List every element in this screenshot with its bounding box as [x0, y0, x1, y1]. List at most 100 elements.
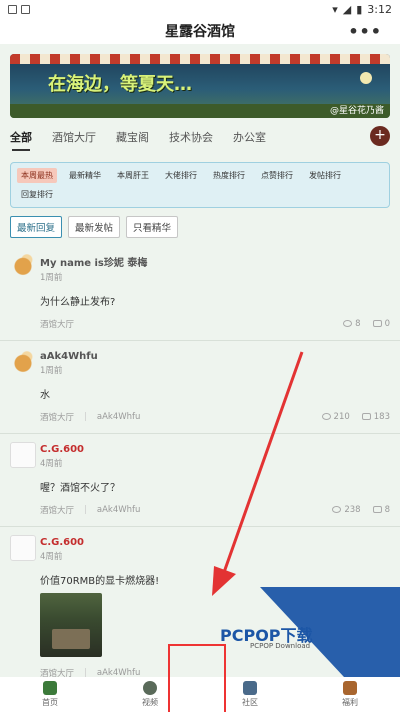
- post-author[interactable]: My name is珍妮 泰梅: [40, 250, 390, 269]
- post-meta: 酒馆大厅 | aAk4Whfu 238 8: [40, 494, 390, 526]
- nav-label: 视频: [142, 698, 158, 707]
- post-content[interactable]: 价值70RMB的显卡燃烧器!: [40, 572, 390, 587]
- post-last-user[interactable]: aAk4Whfu: [97, 505, 141, 515]
- view-count: 8: [343, 319, 361, 329]
- view-count: 238: [332, 505, 361, 515]
- rank-weekly-hot[interactable]: 本周最热: [17, 168, 57, 183]
- comment-count: 183: [361, 412, 390, 422]
- avatar[interactable]: [10, 442, 36, 468]
- status-bar: ▾ ◢ ▮ 3:12: [0, 0, 400, 18]
- comment-count: 8: [372, 505, 390, 515]
- post-time: 4周前: [40, 552, 63, 562]
- rank-new-featured[interactable]: 最新精华: [65, 168, 105, 183]
- banner-headline: 在海边，等夏天…: [48, 74, 192, 95]
- board-tabs: 全部 酒馆大厅 藏宝阁 技术协会 办公室 +: [0, 118, 400, 156]
- post-image[interactable]: [40, 593, 102, 657]
- post-content[interactable]: 水: [40, 386, 390, 401]
- post-board[interactable]: 酒馆大厅: [40, 411, 74, 423]
- gift-icon: [343, 681, 357, 695]
- bottom-nav: 首页 视频 社区 福利: [0, 677, 400, 712]
- app-notification-icon: [8, 4, 17, 14]
- post-stats: 8 0: [343, 319, 390, 329]
- rank-likes[interactable]: 点赞排行: [257, 168, 297, 183]
- post-board[interactable]: 酒馆大厅: [40, 318, 74, 330]
- post-time: 1周前: [40, 273, 63, 283]
- rank-weekly-grinder[interactable]: 本周肝王: [113, 168, 153, 183]
- banner-moon: [360, 72, 372, 84]
- banner-awning: [10, 54, 390, 64]
- nav-label: 社区: [242, 698, 258, 707]
- tab-treasure[interactable]: 藏宝阁: [116, 121, 149, 153]
- post-author[interactable]: aAk4Whfu: [40, 347, 390, 362]
- comment-icon: [361, 413, 371, 420]
- post-meta: 酒馆大厅 8 0: [40, 308, 390, 340]
- community-icon: [243, 681, 257, 695]
- nav-community[interactable]: 社区: [200, 677, 300, 712]
- filter-bar: 最新回复 最新发帖 只看精华: [10, 216, 390, 238]
- community-banner[interactable]: 在海边，等夏天… @星谷花乃酱: [10, 54, 390, 118]
- view-count-value: 210: [333, 412, 350, 422]
- tab-all[interactable]: 全部: [10, 121, 32, 153]
- status-time: 3:12: [367, 2, 392, 16]
- post-feed: My name is珍妮 泰梅 1周前 为什么静止发布? 酒馆大厅 8 0 aA…: [0, 244, 400, 690]
- post-stats: 210 183: [321, 412, 390, 422]
- view-count-value: 8: [355, 319, 361, 329]
- title-bar: 星露谷酒馆 •••: [0, 18, 400, 44]
- nav-label: 首页: [42, 698, 58, 707]
- comment-icon: [372, 506, 382, 513]
- page-title: 星露谷酒馆: [165, 24, 235, 40]
- post-content[interactable]: 喔？酒馆不火了？: [40, 479, 390, 494]
- filter-featured-only[interactable]: 只看精华: [126, 216, 179, 238]
- post-meta: 酒馆大厅 | aAk4Whfu 210 183: [40, 401, 390, 433]
- list-item[interactable]: My name is珍妮 泰梅 1周前 为什么静止发布? 酒馆大厅 8 0: [0, 244, 400, 341]
- rank-replies[interactable]: 回复排行: [17, 187, 57, 202]
- rank-posts[interactable]: 发帖排行: [305, 168, 345, 183]
- ranking-box: 本周最热 最新精华 本周肝王 大佬排行 热度排行 点赞排行 发帖排行 回复排行: [10, 162, 390, 208]
- comment-count: 0: [372, 319, 390, 329]
- eye-icon: [332, 506, 342, 513]
- meta-divider: |: [84, 505, 87, 515]
- nav-welfare[interactable]: 福利: [300, 677, 400, 712]
- eye-icon: [321, 413, 331, 420]
- signal-icon: ◢: [342, 2, 352, 16]
- home-icon: [43, 681, 57, 695]
- tab-tavern-hall[interactable]: 酒馆大厅: [52, 121, 96, 153]
- comment-count-value: 183: [373, 412, 390, 422]
- rank-heat[interactable]: 热度排行: [209, 168, 249, 183]
- view-count: 210: [321, 412, 350, 422]
- post-last-user[interactable]: aAk4Whfu: [97, 412, 141, 422]
- avatar[interactable]: [10, 252, 36, 278]
- post-author[interactable]: C.G.600: [40, 533, 390, 548]
- wifi-icon: ▾: [332, 2, 338, 16]
- comment-count-value: 0: [384, 319, 390, 329]
- list-item[interactable]: C.G.600 4周前 喔？酒馆不火了？ 酒馆大厅 | aAk4Whfu 238…: [0, 434, 400, 527]
- comment-icon: [372, 320, 382, 327]
- nav-label: 福利: [342, 698, 358, 707]
- filter-latest-reply[interactable]: 最新回复: [10, 216, 63, 238]
- more-menu-icon[interactable]: •••: [348, 22, 382, 41]
- meta-divider: |: [84, 412, 87, 422]
- post-time: 1周前: [40, 366, 63, 376]
- comment-count-value: 8: [384, 505, 390, 515]
- rank-bigshot[interactable]: 大佬排行: [161, 168, 201, 183]
- tab-office[interactable]: 办公室: [233, 121, 266, 153]
- list-item[interactable]: C.G.600 4周前 价值70RMB的显卡燃烧器! 酒馆大厅 | aAk4Wh…: [0, 527, 400, 690]
- post-time: 4周前: [40, 459, 63, 469]
- post-content[interactable]: 为什么静止发布?: [40, 293, 390, 308]
- battery-icon: ▮: [356, 2, 363, 16]
- app-notification-icon: [21, 4, 30, 14]
- tab-tech[interactable]: 技术协会: [169, 121, 213, 153]
- filter-latest-post[interactable]: 最新发帖: [68, 216, 121, 238]
- video-icon: [143, 681, 157, 695]
- eye-icon: [343, 320, 353, 327]
- list-item[interactable]: aAk4Whfu 1周前 水 酒馆大厅 | aAk4Whfu 210 183: [0, 341, 400, 434]
- add-post-button[interactable]: +: [370, 126, 390, 146]
- nav-home[interactable]: 首页: [0, 677, 100, 712]
- post-stats: 238 8: [332, 505, 390, 515]
- avatar[interactable]: [10, 535, 36, 561]
- post-board[interactable]: 酒馆大厅: [40, 504, 74, 516]
- post-author[interactable]: C.G.600: [40, 440, 390, 455]
- nav-video[interactable]: 视频: [100, 677, 200, 712]
- view-count-value: 238: [344, 505, 361, 515]
- avatar[interactable]: [10, 349, 36, 375]
